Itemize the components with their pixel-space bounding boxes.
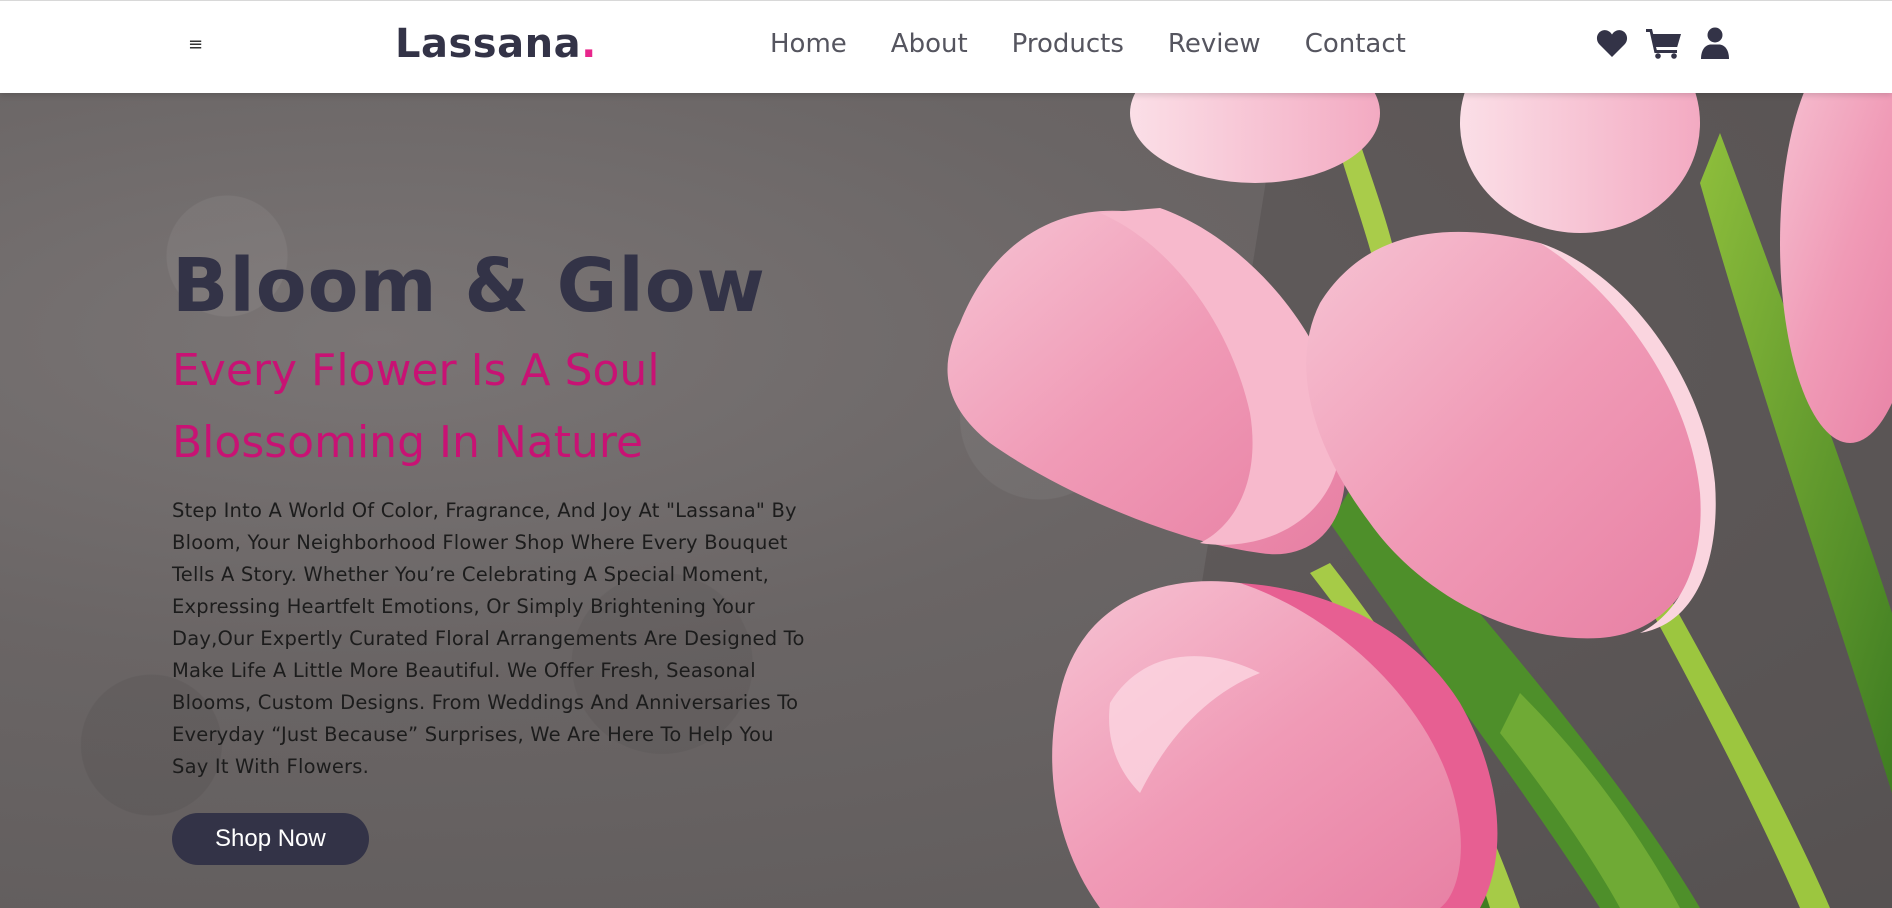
nav-home[interactable]: Home: [770, 29, 847, 59]
logo[interactable]: Lassana.: [395, 21, 597, 67]
hero-title: Bloom & Glow: [172, 243, 766, 329]
logo-text: Lassana: [395, 21, 582, 67]
hero-subtitle-line2: Blossoming In Nature: [172, 417, 644, 468]
hero-description: Step Into A World Of Color, Fragrance, A…: [172, 499, 805, 778]
user-icon[interactable]: [1700, 27, 1730, 59]
site-header: ≡ Lassana. Home About Products Review Co…: [0, 0, 1892, 93]
logo-dot: .: [581, 21, 597, 67]
hero-content: Bloom & Glow Every Flower Is A Soul Blos…: [172, 243, 812, 865]
cart-icon[interactable]: [1646, 27, 1682, 59]
hero-section: Bloom & Glow Every Flower Is A Soul Blos…: [0, 93, 1892, 908]
menu-icon[interactable]: ≡: [188, 34, 203, 55]
shop-now-button[interactable]: Shop Now: [172, 813, 369, 865]
hero-subtitle-line1: Every Flower Is A Soul: [172, 345, 660, 396]
hero-subtitle: Every Flower Is A Soul Blossoming In Nat…: [172, 335, 812, 479]
nav-review[interactable]: Review: [1168, 29, 1261, 59]
nav-about[interactable]: About: [891, 29, 968, 59]
nav-products[interactable]: Products: [1012, 29, 1124, 59]
nav-contact[interactable]: Contact: [1305, 29, 1406, 59]
header-icons: [1596, 27, 1730, 59]
heart-icon[interactable]: [1596, 28, 1628, 58]
main-nav: Home About Products Review Contact: [770, 29, 1406, 59]
